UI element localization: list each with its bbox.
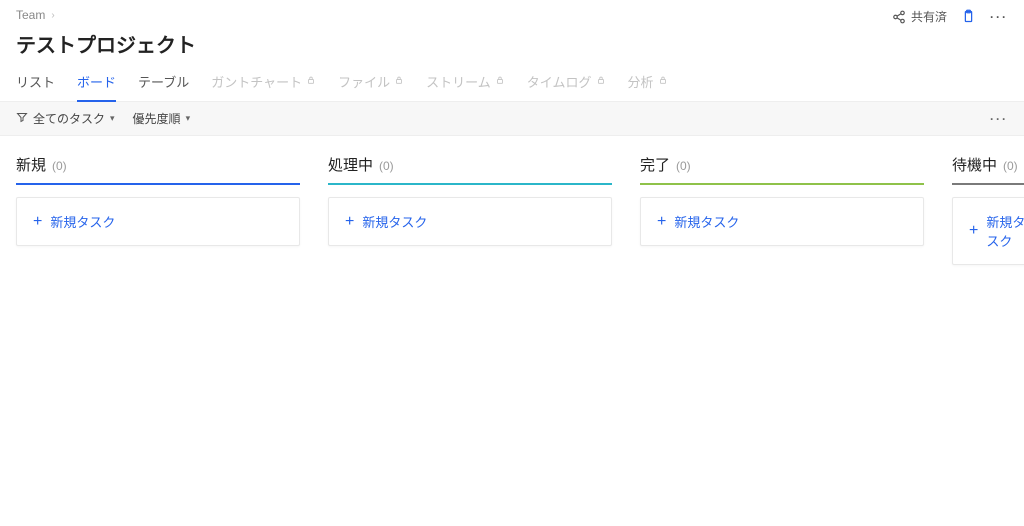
tab-analytics[interactable]: 分析 xyxy=(628,64,668,101)
tab-label: ファイル xyxy=(338,72,390,91)
lock-icon xyxy=(306,75,316,88)
tab-label: 分析 xyxy=(628,72,654,91)
board-column-waiting: 待機中 (0) + 新規タスク xyxy=(952,154,1024,265)
column-title: 新規 xyxy=(16,154,46,175)
filter-tasks[interactable]: 全てのタスク ▾ xyxy=(16,110,115,127)
chevron-down-icon: ▾ xyxy=(186,113,191,124)
column-count: (0) xyxy=(1003,159,1018,173)
tabs: リスト ボード テーブル ガントチャート ファイル ストリーム タイムログ 分析 xyxy=(0,64,1024,102)
tab-label: ガントチャート xyxy=(211,72,302,91)
column-title: 待機中 xyxy=(952,154,997,175)
column-underline xyxy=(952,183,1024,185)
new-task-label: 新規タスク xyxy=(362,212,427,231)
column-title: 完了 xyxy=(640,154,670,175)
breadcrumb-root[interactable]: Team xyxy=(16,8,45,22)
tab-table[interactable]: テーブル xyxy=(138,64,189,101)
board-toolbar: 全てのタスク ▾ 優先度順 ▾ ··· xyxy=(0,102,1024,136)
column-count: (0) xyxy=(676,159,691,173)
tab-list[interactable]: リスト xyxy=(16,64,55,101)
tab-files[interactable]: ファイル xyxy=(338,64,404,101)
board: 新規 (0) + 新規タスク 処理中 (0) + 新規タスク 完了 (0) + … xyxy=(0,136,1024,283)
sort-label: 優先度順 xyxy=(133,110,181,127)
board-column-new: 新規 (0) + 新規タスク xyxy=(16,154,300,265)
board-column-in-progress: 処理中 (0) + 新規タスク xyxy=(328,154,612,265)
chevron-right-icon: › xyxy=(51,10,54,21)
tab-label: タイムログ xyxy=(527,72,592,91)
new-task-button[interactable]: + 新規タスク xyxy=(16,197,300,246)
column-title: 処理中 xyxy=(328,154,373,175)
tab-board[interactable]: ボード xyxy=(77,64,116,101)
tab-gantt[interactable]: ガントチャート xyxy=(211,64,316,101)
lock-icon xyxy=(394,75,404,88)
lock-icon xyxy=(495,75,505,88)
share-icon xyxy=(892,10,906,24)
tab-label: テーブル xyxy=(138,72,189,91)
clipboard-icon[interactable] xyxy=(961,9,976,24)
board-more-button[interactable]: ··· xyxy=(990,112,1008,126)
tab-stream[interactable]: ストリーム xyxy=(426,64,505,101)
plus-icon: + xyxy=(345,214,354,230)
new-task-button[interactable]: + 新規タスク xyxy=(640,197,924,246)
new-task-label: 新規タスク xyxy=(674,212,739,231)
column-underline xyxy=(640,183,924,185)
share-button[interactable]: 共有済 xyxy=(892,8,947,25)
lock-icon xyxy=(596,75,606,88)
sort-tasks[interactable]: 優先度順 ▾ xyxy=(133,110,191,127)
column-count: (0) xyxy=(379,159,394,173)
tab-label: リスト xyxy=(16,72,55,91)
filter-icon xyxy=(16,111,28,126)
lock-icon xyxy=(658,75,668,88)
tab-label: ボード xyxy=(77,72,116,91)
new-task-label: 新規タスク xyxy=(50,212,115,231)
chevron-down-icon: ▾ xyxy=(110,113,115,124)
filter-label: 全てのタスク xyxy=(33,110,105,127)
column-underline xyxy=(16,183,300,185)
more-menu-button[interactable]: ··· xyxy=(990,10,1008,24)
plus-icon: + xyxy=(969,223,978,239)
tab-timelog[interactable]: タイムログ xyxy=(527,64,606,101)
plus-icon: + xyxy=(33,214,42,230)
breadcrumb[interactable]: Team › xyxy=(16,8,55,22)
new-task-button[interactable]: + 新規タスク xyxy=(952,197,1024,265)
new-task-label: 新規タスク xyxy=(986,212,1024,250)
column-underline xyxy=(328,183,612,185)
share-label: 共有済 xyxy=(911,8,947,25)
project-title: テストプロジェクト xyxy=(0,25,1024,64)
column-count: (0) xyxy=(52,159,67,173)
tab-label: ストリーム xyxy=(426,72,491,91)
plus-icon: + xyxy=(657,214,666,230)
new-task-button[interactable]: + 新規タスク xyxy=(328,197,612,246)
board-column-done: 完了 (0) + 新規タスク xyxy=(640,154,924,265)
